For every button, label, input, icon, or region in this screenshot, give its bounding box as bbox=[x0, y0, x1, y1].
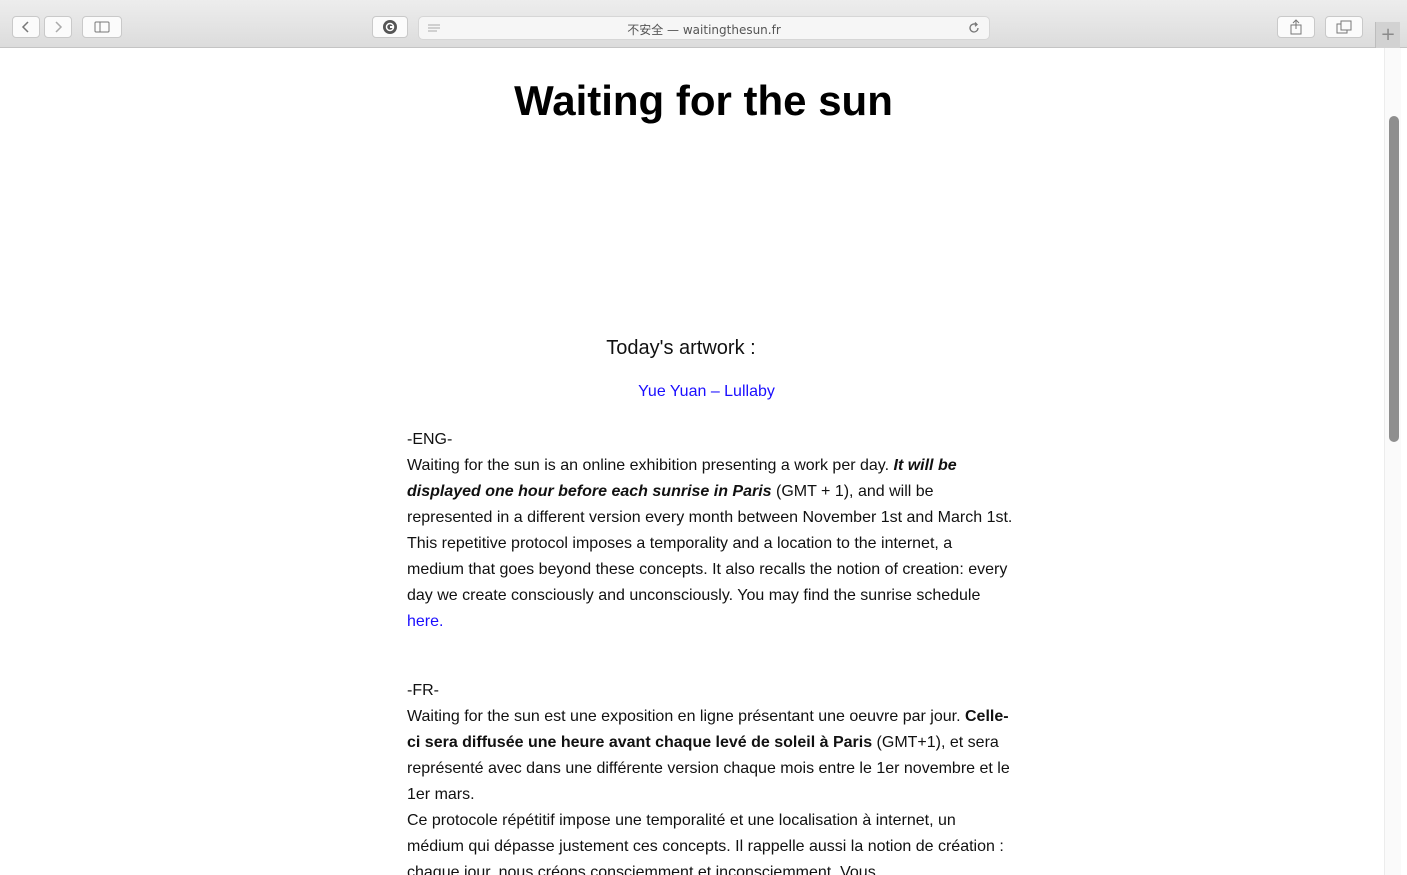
new-tab-button[interactable]: + bbox=[1375, 22, 1400, 48]
english-p2-text: This repetitive protocol imposes a tempo… bbox=[407, 535, 1008, 604]
web-page: Waiting for the sun Today's artwork : Yu… bbox=[6, 48, 1384, 875]
page-scrollbar[interactable] bbox=[1384, 48, 1401, 875]
french-section: -FR- Waiting for the sun est une exposit… bbox=[407, 678, 1013, 875]
chevron-left-icon bbox=[21, 21, 31, 33]
artwork-link[interactable]: Yue Yuan – Lullaby bbox=[6, 383, 1384, 401]
french-paragraph-1: Waiting for the sun est une exposition e… bbox=[407, 704, 1013, 808]
back-button[interactable] bbox=[12, 16, 40, 38]
reload-icon[interactable] bbox=[967, 21, 981, 40]
french-p1-text: Waiting for the sun est une exposition e… bbox=[407, 708, 965, 725]
french-tag: -FR- bbox=[407, 682, 439, 699]
tabs-overview-button[interactable] bbox=[1325, 16, 1363, 38]
forward-button[interactable] bbox=[44, 16, 72, 38]
scrollbar-thumb[interactable] bbox=[1389, 116, 1399, 442]
french-paragraph-2: Ce protocole répétitif impose une tempor… bbox=[407, 808, 1013, 875]
sunrise-schedule-link[interactable]: here. bbox=[407, 613, 443, 630]
sidebar-button[interactable] bbox=[82, 16, 122, 38]
extension-icon bbox=[382, 19, 398, 35]
tabs-overview-icon bbox=[1336, 20, 1352, 34]
share-icon bbox=[1289, 19, 1303, 35]
address-bar[interactable]: 不安全 — waitingthesun.fr bbox=[418, 16, 990, 40]
browser-toolbar: 不安全 — waitingthesun.fr + bbox=[0, 0, 1407, 48]
chevron-right-icon bbox=[53, 21, 63, 33]
english-paragraph-1: Waiting for the sun is an online exhibit… bbox=[407, 453, 1013, 531]
english-section: -ENG- Waiting for the sun is an online e… bbox=[407, 427, 1013, 635]
page-title: Waiting for the sun bbox=[514, 77, 893, 124]
share-button[interactable] bbox=[1277, 16, 1315, 38]
english-p1-text: Waiting for the sun is an online exhibit… bbox=[407, 457, 894, 474]
english-paragraph-2: This repetitive protocol imposes a tempo… bbox=[407, 531, 1013, 635]
english-tag: -ENG- bbox=[407, 431, 453, 448]
todays-artwork-label: Today's artwork : bbox=[606, 337, 756, 359]
extension-button[interactable] bbox=[372, 16, 408, 38]
address-text: 不安全 — waitingthesun.fr bbox=[627, 23, 781, 37]
sidebar-icon bbox=[94, 21, 110, 33]
french-p2-text: Ce protocole répétitif impose une tempor… bbox=[407, 812, 1004, 875]
